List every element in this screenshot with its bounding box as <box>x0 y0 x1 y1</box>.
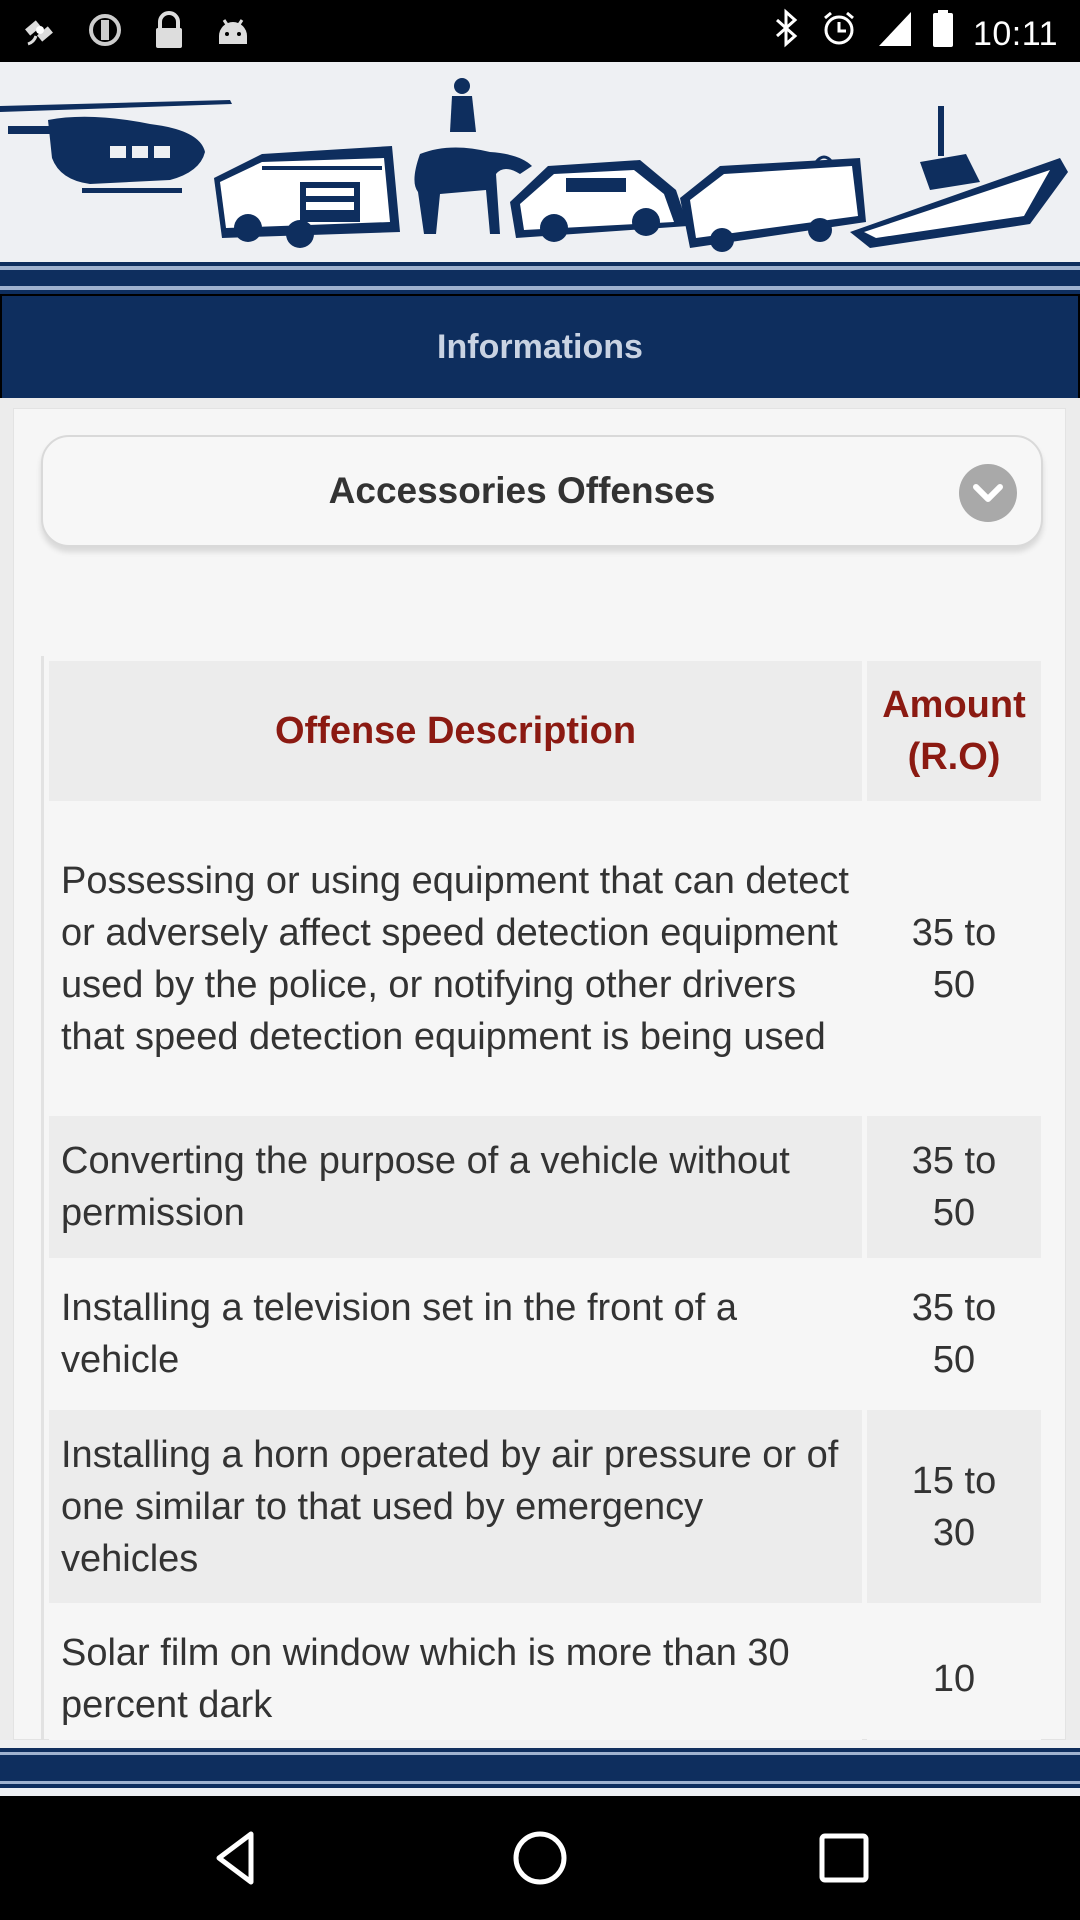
offense-amount-value: 35 to 50 <box>911 911 997 1006</box>
table-row: Converting the purpose of a vehicle with… <box>49 1116 1041 1258</box>
vehicles-banner <box>0 62 1080 294</box>
column-header-description: Offense Description <box>49 661 862 801</box>
bluetooth-icon <box>771 8 801 59</box>
offense-amount-value: 35 to 50 <box>911 1140 997 1234</box>
offense-description: Solar film on window which is more than … <box>49 1608 862 1740</box>
offense-amount: 35 to 50 <box>867 1263 1041 1405</box>
chevron-down-icon[interactable] <box>959 464 1017 522</box>
offense-description: Possessing or using equipment that can d… <box>49 806 862 1111</box>
android-icon <box>214 10 252 50</box>
signal-icon <box>877 8 913 59</box>
satellite-icon <box>22 10 60 50</box>
header-bar: Informations <box>2 296 1078 398</box>
page-title: Informations <box>437 327 643 366</box>
content-area: Accessories Offenses Offense Description… <box>0 398 1080 1740</box>
bottom-decor-strip <box>0 1740 1080 1796</box>
table-header-row: Offense Description Amount (R.O) <box>49 661 1041 801</box>
offense-amount: 10 <box>867 1608 1041 1740</box>
lock-icon <box>150 10 188 50</box>
offenses-table: Offense Description Amount (R.O) Possess… <box>44 656 1046 1740</box>
offense-amount: 15 to 30 <box>867 1410 1041 1603</box>
column-header-amount-label: Amount (R.O) <box>882 684 1026 778</box>
table-row: Installing a television set in the front… <box>49 1263 1041 1405</box>
offenses-panel: Accessories Offenses Offense Description… <box>13 408 1066 1740</box>
police-car-icon <box>510 160 688 242</box>
helicopter-icon <box>0 100 232 193</box>
category-dropdown[interactable]: Accessories Offenses <box>41 435 1043 547</box>
alarm-icon <box>819 8 859 59</box>
offenses-table-wrap: Offense Description Amount (R.O) Possess… <box>41 656 1047 1740</box>
category-selected-label: Accessories Offenses <box>328 470 716 511</box>
ambulance-icon <box>680 155 866 252</box>
back-icon[interactable] <box>205 1826 269 1890</box>
clock: 10:11 <box>972 14 1058 53</box>
home-icon[interactable] <box>508 1826 572 1890</box>
sync-icon <box>86 10 124 50</box>
offense-description: Installing a horn operated by air pressu… <box>49 1410 862 1603</box>
column-header-amount: Amount (R.O) <box>867 661 1041 801</box>
offense-amount: 35 to 50 <box>867 1116 1041 1258</box>
fire-truck-icon <box>214 146 400 248</box>
offense-description: Converting the purpose of a vehicle with… <box>49 1116 862 1258</box>
navigation-bar <box>0 1796 1080 1920</box>
recents-icon[interactable] <box>812 1826 876 1890</box>
offense-amount-value: 10 <box>932 1658 976 1700</box>
table-row: Possessing or using equipment that can d… <box>49 806 1041 1111</box>
offense-amount: 35 to 50 <box>867 806 1041 1111</box>
boat-icon <box>850 106 1068 248</box>
status-bar: 10:11 <box>0 0 1080 62</box>
table-row: Installing a horn operated by air pressu… <box>49 1410 1041 1603</box>
offense-amount-value: 35 to 50 <box>911 1287 997 1381</box>
battery-icon <box>931 8 955 59</box>
offense-amount-value: 15 to 30 <box>911 1459 997 1554</box>
offense-description: Installing a television set in the front… <box>49 1263 862 1405</box>
table-row: Solar film on window which is more than … <box>49 1608 1041 1740</box>
